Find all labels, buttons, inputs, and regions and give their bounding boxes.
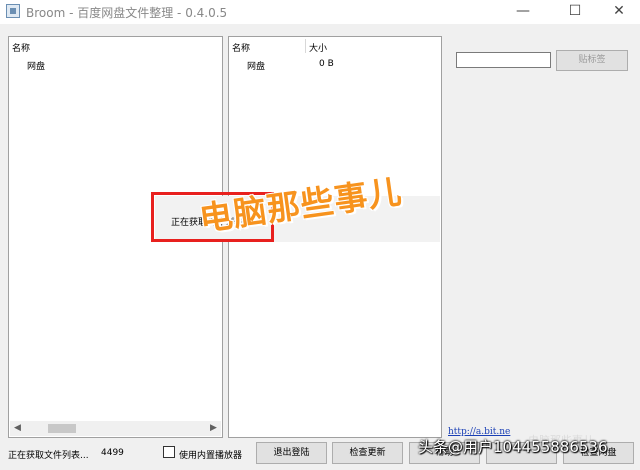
builtin-player-checkbox[interactable] (163, 446, 175, 458)
paste-tag-button[interactable]: 贴标签 (556, 50, 628, 71)
tag-input[interactable] (456, 52, 551, 68)
title-bar: Broom - 百度网盘文件整理 - 0.4.0.5 — ☐ ✕ (0, 0, 640, 24)
scroll-right-icon[interactable]: ▶ (206, 421, 221, 436)
column-header-name[interactable]: 名称 (232, 41, 250, 54)
window-title: Broom - 百度网盘文件整理 - 0.4.0.5 (26, 6, 228, 20)
logout-button[interactable]: 退出登陆 (256, 442, 327, 464)
column-header-name[interactable]: 名称 (12, 41, 30, 54)
minimize-button[interactable]: — (500, 0, 546, 24)
horizontal-scrollbar[interactable]: ◀ ▶ (10, 421, 221, 436)
list-item-name[interactable]: 网盘 (247, 59, 265, 72)
column-divider[interactable] (305, 39, 306, 53)
status-message: 正在获取文件列表... (8, 451, 89, 461)
broom-app-icon (6, 4, 20, 18)
maximize-button[interactable]: ☐ (552, 0, 598, 24)
user-watermark: 头条@用户104455886536 (418, 438, 608, 456)
close-button[interactable]: ✕ (596, 0, 640, 24)
tree-item[interactable]: 网盘 (27, 59, 45, 72)
builtin-player-label[interactable]: 使用内置播放器 (179, 448, 242, 461)
scroll-left-icon[interactable]: ◀ (10, 421, 25, 436)
check-update-button[interactable]: 检查更新 (332, 442, 403, 464)
list-item-size: 0 B (319, 59, 334, 69)
column-header-size[interactable]: 大小 (309, 41, 327, 54)
status-count: 4499 (101, 448, 124, 458)
scroll-thumb[interactable] (48, 424, 76, 433)
